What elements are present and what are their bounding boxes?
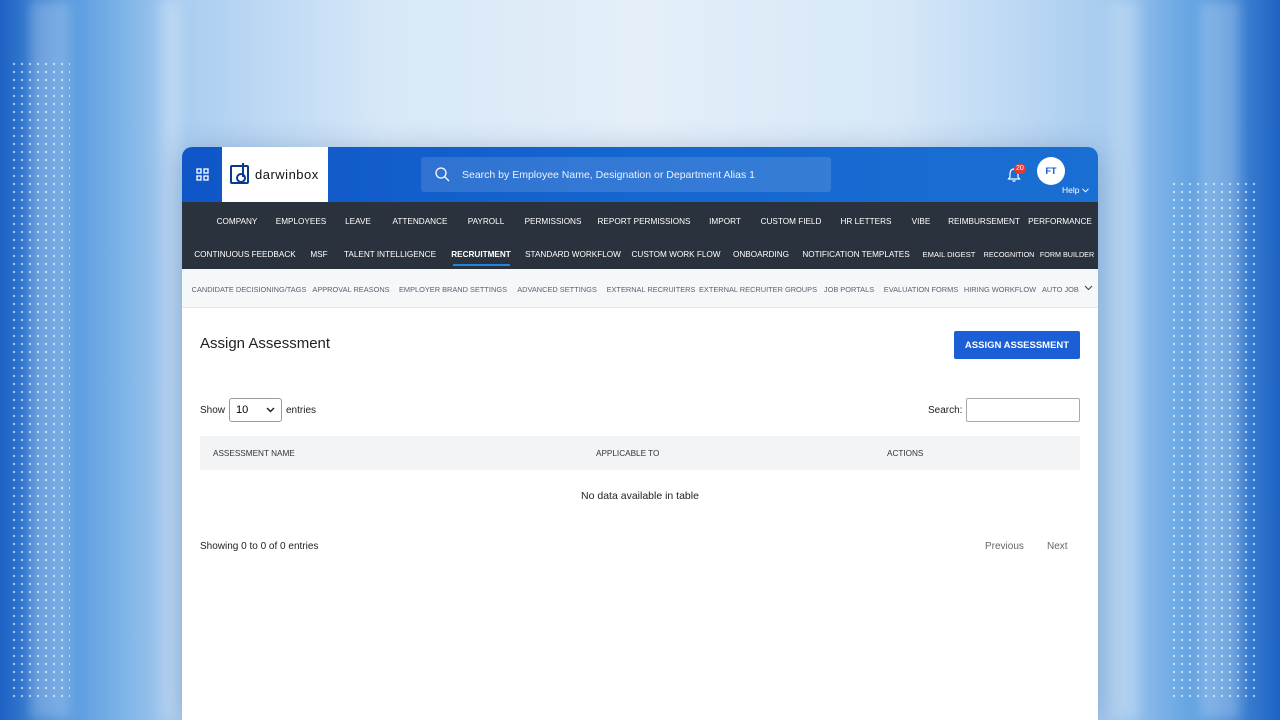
help-menu[interactable]: Help bbox=[1062, 185, 1090, 195]
nav-item-continuous-feedback[interactable]: CONTINUOUS FEEDBACK bbox=[194, 250, 295, 259]
subnav-item-employer-brand-settings[interactable]: EMPLOYER BRAND SETTINGS bbox=[399, 285, 507, 294]
show-label: Show bbox=[200, 405, 226, 416]
help-label: Help bbox=[1062, 185, 1080, 195]
sub-nav: CANDIDATE DECISIONING/TAGS APPROVAL REAS… bbox=[182, 269, 1098, 308]
table-search-label: Search: bbox=[928, 405, 963, 416]
nav-item-vibe[interactable]: VIBE bbox=[912, 217, 931, 226]
empty-table-message: No data available in table bbox=[581, 490, 699, 502]
table-info: Showing 0 to 0 of 0 entries bbox=[200, 541, 319, 552]
main-nav: COMPANY EMPLOYEES LEAVE ATTENDANCE PAYRO… bbox=[182, 202, 1098, 269]
nav-item-leave[interactable]: LEAVE bbox=[345, 217, 371, 226]
column-header-assessment-name[interactable]: ASSESSMENT NAME bbox=[213, 449, 295, 458]
nav-item-talent-intelligence[interactable]: TALENT INTELLIGENCE bbox=[344, 250, 436, 259]
subnav-item-evaluation-forms[interactable]: EVALUATION FORMS bbox=[884, 285, 958, 294]
subnav-item-external-recruiter-groups[interactable]: EXTERNAL RECRUITER GROUPS bbox=[699, 285, 817, 294]
search-placeholder: Search by Employee Name, Designation or … bbox=[462, 168, 755, 181]
subnav-item-external-recruiters[interactable]: EXTERNAL RECRUITERS bbox=[607, 285, 696, 294]
assign-assessment-button[interactable]: ASSIGN ASSESSMENT bbox=[954, 331, 1080, 359]
nav-item-standard-workflow[interactable]: STANDARD WORKFLOW bbox=[525, 250, 621, 259]
column-header-applicable-to[interactable]: APPLICABLE TO bbox=[596, 449, 659, 458]
subnav-item-auto-job-id[interactable]: AUTO JOB ID bbox=[1042, 285, 1080, 294]
next-page-button[interactable]: Next bbox=[1047, 541, 1068, 552]
nav-item-recognition[interactable]: RECOGNITION bbox=[984, 250, 1035, 259]
subnav-item-hiring-workflow[interactable]: HIRING WORKFLOW bbox=[964, 285, 1036, 294]
chevron-down-icon[interactable] bbox=[1084, 283, 1093, 292]
app-window: darwinbox Search by Employee Name, Desig… bbox=[182, 147, 1098, 720]
nav-item-payroll[interactable]: PAYROLL bbox=[468, 217, 505, 226]
table-search-input[interactable] bbox=[966, 398, 1080, 422]
global-search-input[interactable]: Search by Employee Name, Designation or … bbox=[421, 157, 831, 192]
nav-item-email-digest[interactable]: EMAIL DIGEST bbox=[923, 250, 976, 259]
nav-item-hr-letters[interactable]: HR LETTERS bbox=[841, 217, 892, 226]
entries-label: entries bbox=[286, 405, 317, 416]
nav-item-employees[interactable]: EMPLOYEES bbox=[276, 217, 327, 226]
main-content: Assign Assessment ASSIGN ASSESSMENT Show… bbox=[182, 308, 1098, 720]
nav-item-onboarding[interactable]: ONBOARDING bbox=[733, 250, 789, 259]
nav-item-custom-field[interactable]: CUSTOM FIELD bbox=[761, 217, 822, 226]
notification-count-badge: 20 bbox=[1014, 164, 1026, 174]
apps-grid-icon[interactable] bbox=[182, 147, 222, 202]
chevron-down-icon bbox=[1082, 187, 1090, 193]
logo-mark-icon bbox=[230, 163, 249, 184]
table-header: ASSESSMENT NAME APPLICABLE TO ACTIONS bbox=[200, 436, 1080, 470]
nav-item-company[interactable]: COMPANY bbox=[217, 217, 258, 226]
column-header-actions[interactable]: ACTIONS bbox=[887, 449, 923, 458]
active-tab-indicator bbox=[453, 264, 510, 266]
subnav-item-candidate-decisioning[interactable]: CANDIDATE DECISIONING/TAGS bbox=[192, 285, 307, 294]
nav-item-recruitment[interactable]: RECRUITMENT bbox=[451, 250, 511, 259]
page-size-value: 10 bbox=[236, 404, 249, 416]
subnav-item-job-portals[interactable]: JOB PORTALS bbox=[824, 285, 874, 294]
subnav-item-approval-reasons[interactable]: APPROVAL REASONS bbox=[312, 285, 389, 294]
user-avatar[interactable]: FT bbox=[1037, 157, 1065, 185]
darwinbox-logo[interactable]: darwinbox bbox=[222, 147, 328, 202]
nav-item-custom-work-flow[interactable]: CUSTOM WORK FLOW bbox=[632, 250, 721, 259]
page-size-select[interactable]: 10 bbox=[229, 398, 282, 422]
nav-item-reimbursement[interactable]: REIMBURSEMENT bbox=[948, 217, 1020, 226]
nav-item-attendance[interactable]: ATTENDANCE bbox=[393, 217, 448, 226]
nav-item-import[interactable]: IMPORT bbox=[709, 217, 741, 226]
nav-item-report-permissions[interactable]: REPORT PERMISSIONS bbox=[598, 217, 691, 226]
nav-item-form-builder[interactable]: FORM BUILDER bbox=[1040, 250, 1094, 259]
nav-item-notification-templates[interactable]: NOTIFICATION TEMPLATES bbox=[802, 250, 909, 259]
previous-page-button[interactable]: Previous bbox=[985, 541, 1024, 552]
nav-item-msf[interactable]: MSF bbox=[310, 250, 327, 259]
search-icon bbox=[435, 167, 450, 182]
nav-item-performance[interactable]: PERFORMANCE bbox=[1028, 217, 1092, 226]
chevron-down-icon bbox=[266, 407, 275, 413]
subnav-item-advanced-settings[interactable]: ADVANCED SETTINGS bbox=[517, 285, 597, 294]
page-title: Assign Assessment bbox=[200, 335, 331, 352]
nav-item-permissions[interactable]: PERMISSIONS bbox=[525, 217, 582, 226]
logo-text: darwinbox bbox=[255, 167, 319, 182]
top-bar: darwinbox Search by Employee Name, Desig… bbox=[182, 147, 1098, 202]
